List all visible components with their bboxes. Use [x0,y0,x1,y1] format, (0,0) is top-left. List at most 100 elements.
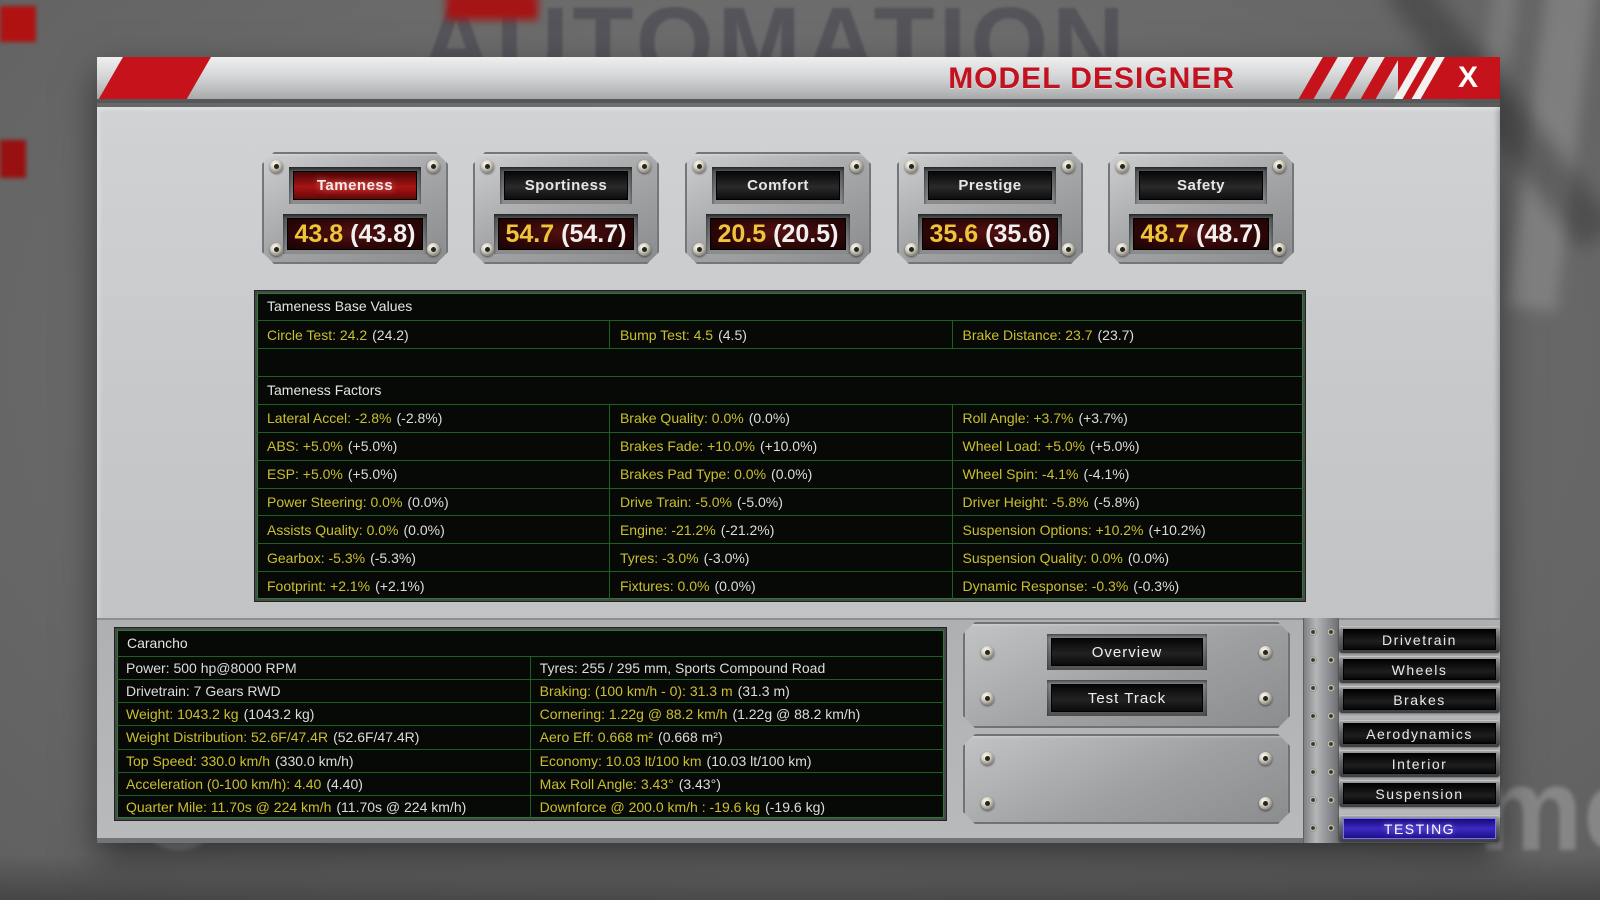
car-stat-label: Weight Distribution: 52.6F/47.4R [126,729,329,746]
screw-icon [850,243,863,256]
car-stat-label: Tyres: 255 / 295 mm, Sports Compound Roa… [539,660,826,677]
stat-cell: ESP: +5.0% (+5.0%) [257,461,609,488]
gauge-value: 43.8 [294,219,344,248]
gauge-value-display: 20.5 (20.5) [706,214,850,254]
stat-cell: Brake Distance: 23.7 (23.7) [951,321,1303,348]
car-stat-label: Braking: (100 km/h - 0): 31.3 m [539,683,733,700]
car-stat-label: Economy: 10.03 lt/100 km [539,752,702,769]
gauge-value-paren: (43.8) [350,219,416,248]
screw-icon [1259,692,1272,705]
hinge-strip [1303,618,1339,843]
car-stat-label: Quarter Mile: 11.70s @ 224 km/h [126,798,332,815]
gauge-tab-comfort[interactable]: Comfort [712,167,844,204]
stat-paren: (0.0%) [1127,549,1170,566]
test-track-button[interactable]: Test Track [1047,680,1207,716]
car-stat-label: Drivetrain: 7 Gears RWD [126,683,281,700]
car-stat-paren: (0.668 m²) [658,729,723,746]
background-red-shape [0,6,36,42]
table-row: ABS: +5.0% (+5.0%) Brakes Fade: +10.0% (+1… [257,431,1303,460]
car-stat-cell: Downforce @ 200.0 km/h : -19.6 kg (-19.6 … [529,795,944,818]
gauge-value-paren: (20.5) [773,219,839,248]
stat-label: Suspension Quality: 0.0% [962,549,1123,566]
gauge-tameness: Tameness 43.8 (43.8) [262,152,448,264]
car-stat-label: Top Speed: 330.0 km/h [126,752,270,769]
stat-cell: Engine: -21.2% (-21.2%) [608,516,952,544]
screw-icon [981,752,994,765]
car-stat-paren: (1043.2 kg) [243,706,315,723]
stat-label: ABS: +5.0% [267,438,343,455]
car-stat-paren: (3.43°) [678,775,721,792]
stat-cell: Fixtures: 0.0% (0.0%) [608,572,952,600]
stat-paren: (+5.0%) [347,438,398,455]
stat-paren: (-0.3%) [1133,577,1180,594]
screw-icon [270,243,283,256]
gauge-tab-tameness[interactable]: Tameness [289,167,421,204]
screw-icon [638,160,651,173]
tab-interior[interactable]: Interior [1339,750,1500,777]
background-floor-shadow [0,854,1600,900]
tameness-stats-table: Tameness Base Values Circle Test: 24.2 (2… [255,291,1305,601]
car-stat-paren: (52.6F/47.4R) [333,729,420,746]
tab-label: Drivetrain [1343,629,1496,650]
screw-icon [270,160,283,173]
tab-drivetrain[interactable]: Drivetrain [1339,626,1500,653]
table-row: Weight: 1043.2 kg (1043.2 kg) Cornering: … [117,702,944,726]
stat-paren: (24.2) [372,326,409,343]
stat-label: Brake Distance: 23.7 [962,326,1093,343]
window-title: MODEL DESIGNER [948,62,1235,95]
stat-cell: Circle Test: 24.2 (24.2) [257,321,609,348]
car-stat-label: Max Roll Angle: 3.43° [539,775,674,792]
car-stat-cell: Tyres: 255 / 295 mm, Sports Compound Roa… [529,657,944,680]
stat-paren: (0.0%) [407,494,449,510]
car-stat-paren: (330.0 km/h) [275,752,354,769]
stat-cell: Wheel Load: +5.0% (+5.0%) [951,432,1303,460]
side-tab-column: Drivetrain Wheels Brakes Aerodynamics In… [1339,626,1500,842]
table-row: Circle Test: 24.2 (24.2) Bump Test: 4.5 (4… [257,320,1303,348]
screw-icon [1062,160,1075,173]
gauge-tab-safety[interactable]: Safety [1135,167,1267,204]
screw-icon [1259,752,1272,765]
stat-label: Gearbox: -5.3% [267,549,366,566]
stat-paren: (-2.8%) [396,410,443,427]
stat-paren: (-5.3%) [370,549,416,566]
car-stat-paren: (11.70s @ 224 km/h) [336,798,467,815]
car-stat-cell: Acceleration (0-100 km/h): 4.40 (4.40) [117,773,530,795]
stat-label: Power Steering: 0.0% [267,494,403,510]
stat-cell: Gearbox: -5.3% (-5.3%) [257,544,609,571]
stat-label: Lateral Accel: -2.8% [267,410,392,427]
title-bar: MODEL DESIGNER X [97,57,1500,103]
gauge-sportiness: Sportiness 54.7 (54.7) [473,152,659,264]
gauge-tab-prestige[interactable]: Prestige [924,167,1056,204]
gauge-tab-sportiness[interactable]: Sportiness [500,167,632,204]
background-red-shape [0,140,26,178]
table-row: Top Speed: 330.0 km/h (330.0 km/h) Econom… [117,748,944,772]
overview-button[interactable]: Overview [1047,634,1207,670]
gauge-label: Comfort [716,171,840,200]
screw-icon [981,692,994,705]
tab-wheels[interactable]: Wheels [1339,656,1500,683]
car-stat-paren: (31.3 m) [737,683,790,700]
stat-label: Bump Test: 4.5 [619,326,714,343]
gauge-label: Safety [1139,171,1263,200]
stat-cell: Footprint: +2.1% (+2.1%) [257,572,609,599]
screw-icon [850,160,863,173]
gauge-value-display: 48.7 (48.7) [1129,214,1273,254]
screw-icon [1116,243,1129,256]
stat-cell: Brake Quality: 0.0% (0.0%) [608,405,952,432]
stat-cell: Driver Height: -5.8% (-5.8%) [951,488,1303,516]
screw-icon [481,160,494,173]
screw-icon [1062,243,1075,256]
close-button[interactable]: X [1387,57,1500,99]
stat-cell: Power Steering: 0.0% (0.0%) [257,489,609,516]
tab-suspension[interactable]: Suspension [1339,780,1500,807]
car-stat-cell: Economy: 10.03 lt/100 km (10.03 lt/100 km… [529,749,944,772]
tab-aerodynamics[interactable]: Aerodynamics [1339,720,1500,747]
car-stat-cell: Quarter Mile: 11.70s @ 224 km/h (11.70s @… [117,796,530,818]
car-stat-cell: Cornering: 1.22g @ 88.2 km/h (1.22g @ 88.… [529,703,944,726]
tab-testing[interactable]: TESTING [1339,815,1500,842]
tab-brakes[interactable]: Brakes [1339,686,1500,713]
table-row: Lateral Accel: -2.8% (-2.8%) Brake Qualit… [257,404,1303,432]
car-stat-cell: Top Speed: 330.0 km/h (330.0 km/h) [117,750,530,772]
gauge-label: Prestige [928,171,1052,200]
stat-paren: (0.0%) [748,410,790,427]
